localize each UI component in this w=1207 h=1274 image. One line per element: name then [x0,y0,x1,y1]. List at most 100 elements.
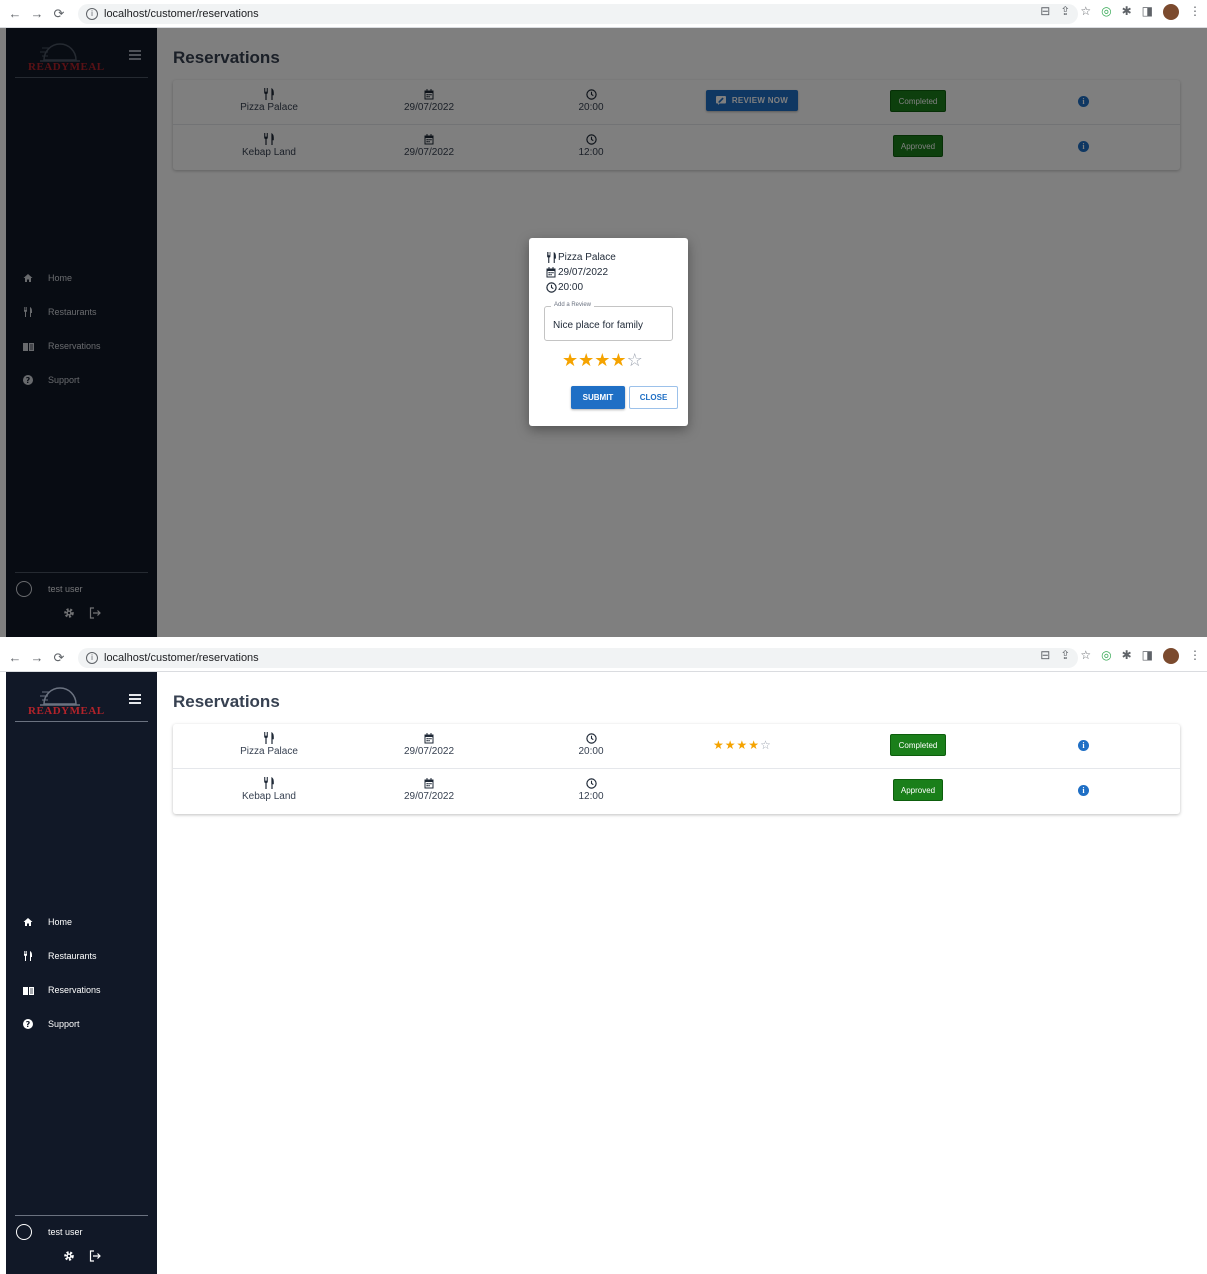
close-button[interactable]: CLOSE [629,386,678,409]
sidebar-item-home[interactable]: Home [22,915,72,929]
reservation-date: 29/07/2022 [403,746,455,757]
date-cell: 29/07/2022 [369,731,489,757]
restaurant-name: Kebap Land [242,791,296,802]
book-icon [22,984,34,996]
tab-search-icon[interactable]: ⊟ [1040,648,1050,664]
back-icon[interactable]: ← [4,6,26,21]
extension-icon[interactable]: ◎ [1101,648,1111,664]
calendar-icon [545,266,557,278]
sidebar-item-label: Restaurants [48,951,97,961]
url-text: localhost/customer/reservations [104,7,259,20]
home-icon [22,916,34,928]
info-icon[interactable]: i [1078,740,1089,751]
address-bar[interactable]: i localhost/customer/reservations [78,3,1078,24]
profile-avatar-icon[interactable] [1163,4,1179,20]
dialog-restaurant: Pizza Palace [545,251,616,263]
forward-icon[interactable]: → [26,650,48,665]
reservation-time: 12:00 [578,791,604,802]
review-field-label: Add a Review [551,302,595,308]
puzzle-icon[interactable]: ✱ [1122,648,1132,664]
reservations-list: Pizza Palace 29/07/2022 20:00 ★★★★☆ Comp… [173,724,1180,814]
reload-icon[interactable]: ⟳ [48,650,70,666]
tab-search-icon[interactable]: ⊟ [1040,4,1050,20]
submit-button[interactable]: SUBMIT [571,386,625,409]
review-dialog: Pizza Palace 29/07/2022 20:00 Add a Revi… [529,238,688,426]
star-empty-icon[interactable]: ☆ [627,350,643,370]
sidebar-item-label: Reservations [48,985,101,995]
star-filled-icon[interactable]: ★ [578,350,594,370]
bookmark-star-icon[interactable]: ☆ [1080,4,1091,20]
restaurant-name: Pizza Palace [240,746,298,757]
calendar-icon [369,731,489,745]
sidebar-bottom-divider [15,1215,148,1216]
browser-actions: ⊟ ⇪ ☆ ◎ ✱ ◨ ⋮ [1040,648,1201,664]
svg-text:?: ? [26,1020,31,1029]
bookmark-star-icon[interactable]: ☆ [1080,648,1091,664]
time-cell: 20:00 [531,731,651,757]
gear-icon[interactable] [63,1249,75,1267]
user-profile[interactable]: test user [16,1224,83,1240]
url-text: localhost/customer/reservations [104,651,259,664]
share-icon[interactable]: ⇪ [1060,4,1070,20]
utensils-icon [545,251,557,263]
restaurant-cell: Kebap Land [209,776,329,802]
review-text-field[interactable]: Add a Review Nice place for family [544,302,673,341]
user-actions [63,1249,101,1267]
sidebar-item-reservations[interactable]: Reservations [22,983,101,997]
forward-icon[interactable]: → [26,6,48,21]
side-panel-icon[interactable]: ◨ [1142,648,1153,664]
date-cell: 29/07/2022 [369,776,489,802]
utensils-icon [22,950,34,962]
site-info-icon[interactable]: i [86,7,98,20]
logo-text: READYMEAL [28,705,105,717]
star-filled-icon: ★ [748,738,761,752]
sidebar-item-support[interactable]: ? Support [22,1017,80,1031]
star-filled-icon[interactable]: ★ [562,350,578,370]
dialog-date-value: 29/07/2022 [558,266,609,278]
dialog-time-value: 20:00 [558,281,584,293]
status-badge: Completed [890,734,946,756]
back-icon[interactable]: ← [4,650,26,665]
star-empty-icon: ☆ [760,738,772,752]
share-icon[interactable]: ⇪ [1060,648,1070,664]
table-row: Pizza Palace 29/07/2022 20:00 ★★★★☆ Comp… [173,724,1180,769]
reservation-date: 29/07/2022 [403,791,455,802]
star-filled-icon[interactable]: ★ [610,350,626,370]
table-row: Kebap Land 29/07/2022 12:00 Approved i [173,769,1180,814]
screenshot-with-review-dialog: ← → ⟳ i localhost/customer/reservations … [0,0,1207,637]
logout-icon[interactable] [89,1249,101,1267]
reload-icon[interactable]: ⟳ [48,6,70,22]
dialog-restaurant-name: Pizza Palace [558,251,616,263]
site-info-icon[interactable]: i [86,651,98,664]
clock-icon [531,776,651,790]
sidebar: READYMEAL Home Restaurants Reservations … [6,672,157,1274]
user-name: test user [48,1227,83,1237]
clock-icon [545,281,557,293]
profile-avatar-icon[interactable] [1163,648,1179,664]
clock-icon [531,731,651,745]
kebab-menu-icon[interactable]: ⋮ [1189,4,1201,20]
reservation-time: 20:00 [578,746,604,757]
sidebar-top-divider [15,721,148,722]
address-bar[interactable]: i localhost/customer/reservations [78,647,1078,668]
calendar-icon [369,776,489,790]
star-filled-icon[interactable]: ★ [594,350,610,370]
browser-toolbar: ← → ⟳ i localhost/customer/reservations … [0,644,1207,672]
review-input-value: Nice place for family [553,320,644,331]
extension-icon[interactable]: ◎ [1101,4,1111,20]
restaurant-cell: Pizza Palace [209,731,329,757]
menu-toggle-icon[interactable] [129,694,141,704]
info-icon[interactable]: i [1078,785,1089,796]
sidebar-item-label: Support [48,1019,80,1029]
sidebar-item-restaurants[interactable]: Restaurants [22,949,97,963]
kebab-menu-icon[interactable]: ⋮ [1189,648,1201,664]
page-title: Reservations [173,692,280,711]
rating-input[interactable]: ★★★★☆ [562,350,643,371]
star-filled-icon: ★ [724,738,737,752]
star-filled-icon: ★ [736,738,749,752]
question-icon: ? [22,1018,34,1030]
puzzle-icon[interactable]: ✱ [1122,4,1132,20]
side-panel-icon[interactable]: ◨ [1142,4,1153,20]
browser-actions: ⊟ ⇪ ☆ ◎ ✱ ◨ ⋮ [1040,4,1201,20]
star-filled-icon: ★ [713,738,725,752]
